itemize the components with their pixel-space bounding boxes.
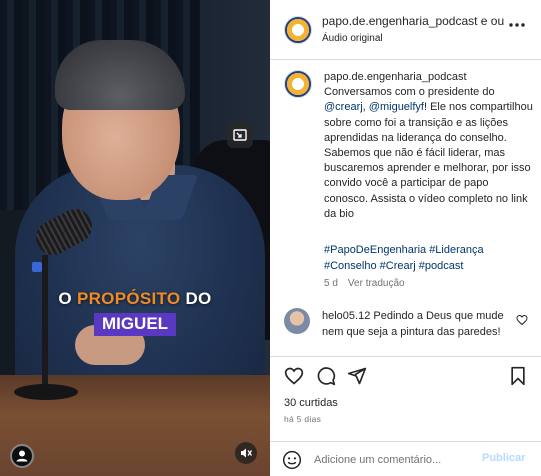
caption-author-avatar[interactable]: [284, 70, 312, 98]
caption-text-body: ! Ele nos compartilhou sobre como foi a …: [324, 101, 533, 220]
caption-word-o: O: [58, 289, 77, 308]
share-paper-plane-icon[interactable]: [347, 366, 367, 386]
post-age: 5 d: [324, 278, 338, 289]
see-translation-link[interactable]: Ver tradução: [348, 278, 405, 289]
emoji-icon[interactable]: [282, 450, 302, 470]
comment-composer: Publicar: [270, 441, 541, 476]
mention-miguelfyf[interactable]: @miguelfyf: [369, 101, 424, 113]
mention-crearj[interactable]: @crearj: [324, 101, 363, 113]
audio-label[interactable]: Áudio original: [322, 33, 383, 44]
caption-username[interactable]: papo.de.engenharia_podcast: [324, 71, 467, 83]
comment: helo05.12 Pedindo a Deus que mude nem qu…: [322, 309, 512, 340]
comment-input[interactable]: [314, 450, 474, 470]
comment-bubble-icon[interactable]: [316, 366, 336, 386]
user-icon: [16, 450, 28, 462]
more-horizontal-icon: [509, 23, 525, 27]
caption-meta: 5 d Ver tradução: [324, 278, 405, 289]
like-heart-icon[interactable]: [284, 366, 304, 386]
mic-base: [14, 384, 78, 400]
save-bookmark-icon[interactable]: [508, 366, 528, 386]
publish-button[interactable]: Publicar: [482, 452, 525, 464]
reel-video[interactable]: O PROPÓSITO DO MIGUEL: [0, 0, 270, 476]
hashtags: #PapoDeEngenharia #Liderança #Conselho #…: [324, 243, 534, 274]
hashtags-line-2[interactable]: #Conselho #Crearj #podcast: [324, 260, 463, 272]
comment-username[interactable]: helo05.12: [322, 310, 370, 322]
mic-light: [32, 262, 42, 272]
picture-in-picture-button[interactable]: [227, 122, 253, 148]
actions-section: 30 curtidas há 5 dias Publicar: [270, 356, 541, 476]
commenter-avatar[interactable]: [284, 308, 310, 334]
comment-like-heart-icon[interactable]: [516, 314, 528, 326]
post-caption: papo.de.engenharia_podcast Conversamos c…: [324, 70, 534, 222]
header-username[interactable]: papo.de.engenharia_podcast e outra: [322, 14, 504, 28]
video-avatar-button[interactable]: [10, 444, 34, 468]
author-avatar[interactable]: [284, 16, 312, 44]
pip-icon: [233, 129, 247, 141]
likes-count[interactable]: 30 curtidas: [284, 397, 338, 409]
mute-button[interactable]: [235, 442, 257, 464]
more-options-button[interactable]: [508, 16, 526, 34]
post-header: papo.de.engenharia_podcast e outra Áudio…: [270, 0, 541, 60]
hashtags-line-1[interactable]: #PapoDeEngenharia #Liderança: [324, 244, 484, 256]
video-caption-line-1: O PROPÓSITO DO: [0, 289, 270, 309]
post-details-pane: papo.de.engenharia_podcast e outra Áudio…: [270, 0, 541, 476]
caption-word-do: DO: [180, 289, 212, 308]
post-date: há 5 dias: [284, 414, 322, 424]
video-caption-line-2: MIGUEL: [0, 313, 270, 336]
caption-text-intro: Conversamos com o presidente do: [324, 86, 495, 99]
caption-name: MIGUEL: [93, 313, 177, 336]
speaker-muted-icon: [241, 448, 253, 458]
caption-highlight-word: PROPÓSITO: [76, 289, 181, 308]
